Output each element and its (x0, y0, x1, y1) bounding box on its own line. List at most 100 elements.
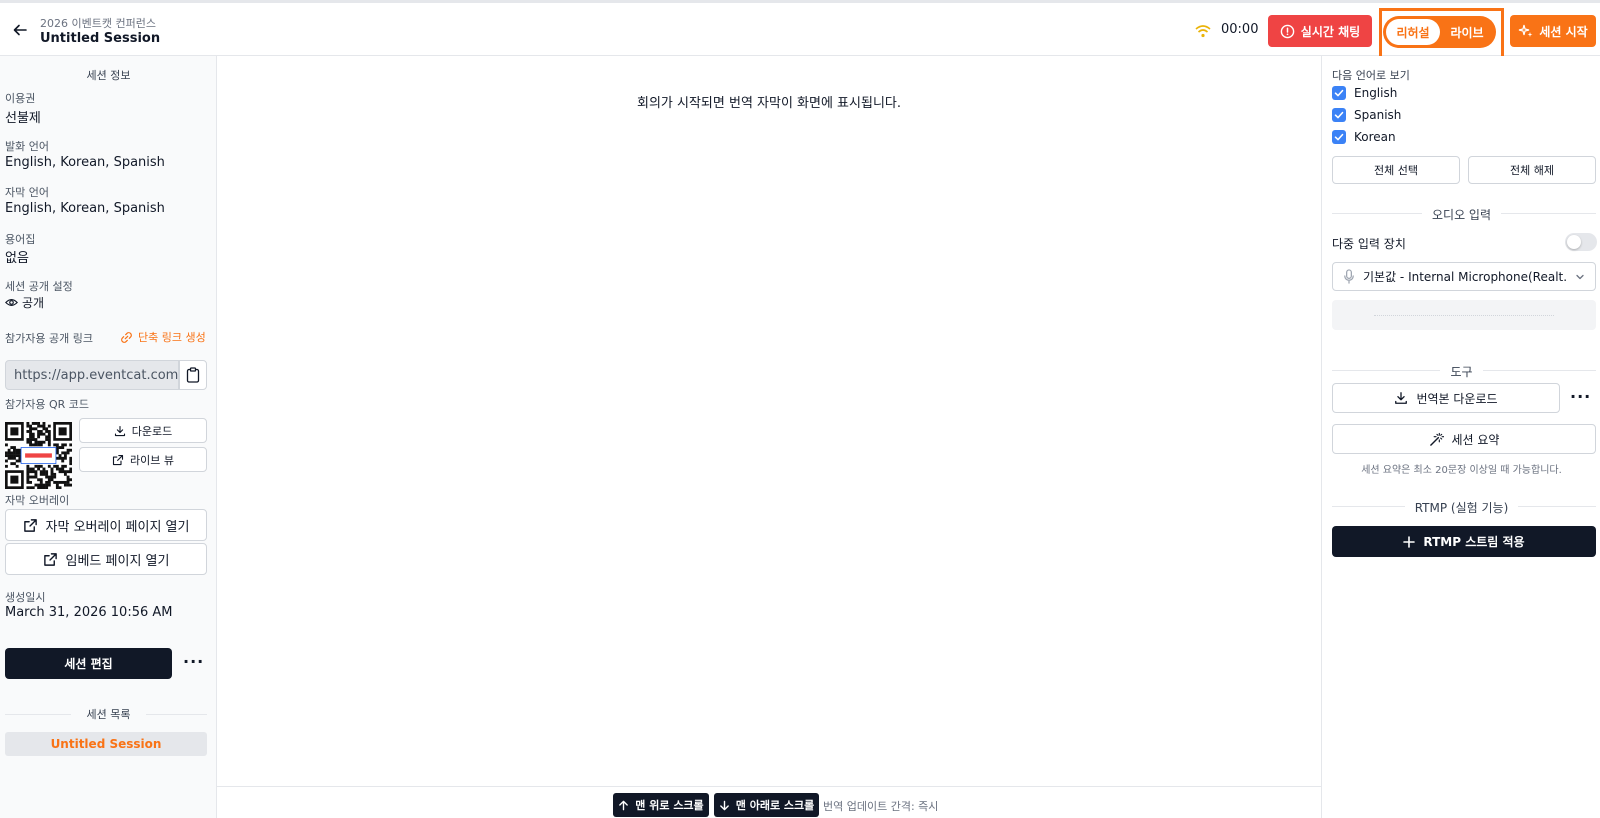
caption-display-area: 회의가 시작되면 번역 자막이 화면에 표시됩니다. 맨 위로 스크롤 맨 아래… (217, 56, 1321, 818)
arrow-up-icon (618, 800, 629, 811)
live-view-button[interactable]: 라이브 뷰 (79, 447, 207, 472)
download-transcript-label: 번역본 다운로드 (1416, 391, 1498, 406)
rtmp-apply-label: RTMP 스트림 적용 (1423, 535, 1525, 549)
mode-toggle[interactable]: 리허설 라이브 (1383, 16, 1496, 48)
session-summary-button[interactable]: 세션 요약 (1332, 424, 1596, 454)
plan-value: 선불제 (5, 111, 41, 126)
rtmp-apply-button[interactable]: RTMP 스트림 적용 (1332, 526, 1596, 557)
magic-wand-icon (1429, 432, 1444, 447)
language-checkbox-english[interactable]: English (1332, 86, 1397, 100)
copy-link-button[interactable] (179, 360, 207, 390)
caption-placeholder: 회의가 시작되면 번역 자막이 화면에 표시됩니다. (637, 96, 901, 111)
session-info-sidebar: 세션 정보 이용권 선불제 발화 언어 English, Korean, Spa… (0, 56, 217, 818)
language-name: Korean (1354, 130, 1396, 144)
live-chat-label: 실시간 채팅 (1300, 24, 1361, 39)
start-session-label: 세션 시작 (1539, 24, 1588, 39)
microphone-value: 기본값 - Internal Microphone(Realt... (1363, 270, 1567, 284)
session-summary-label: 세션 요약 (1451, 432, 1500, 447)
arrow-down-icon (719, 800, 730, 811)
live-view-label: 라이브 뷰 (130, 453, 174, 467)
more-options-icon[interactable]: ··· (1570, 387, 1591, 406)
caption-language-value: English, Korean, Spanish (5, 201, 165, 216)
plan-label: 이용권 (5, 92, 36, 105)
header-bar: 2026 이벤트캣 컨퍼런스 Untitled Session 00:00 실시… (0, 0, 1600, 60)
caption-footer: 맨 위로 스크롤 맨 아래로 스크롤 번역 업데이트 간격: 즉시 (217, 786, 1321, 818)
link-icon (120, 331, 133, 344)
visibility-text: 공개 (22, 296, 45, 310)
update-interval-text: 번역 업데이트 간격: 즉시 (823, 800, 939, 813)
open-overlay-button[interactable]: 자막 오버레이 페이지 열기 (5, 509, 207, 541)
visibility-value: 공개 (5, 294, 44, 311)
glossary-value: 없음 (5, 251, 29, 266)
created-value: March 31, 2026 10:56 AM (5, 605, 173, 620)
speech-language-label: 발화 언어 (5, 140, 49, 153)
live-chat-button[interactable]: 실시간 채팅 (1268, 15, 1372, 47)
clipboard-icon (186, 367, 200, 383)
deselect-all-button[interactable]: 전체 해제 (1468, 156, 1596, 184)
checkbox-checked-icon[interactable] (1332, 130, 1346, 144)
audio-level-meter (1332, 300, 1596, 330)
public-link-input[interactable]: https://app.eventcat.com/se (5, 360, 179, 390)
short-link-label: 단축 링크 생성 (138, 331, 206, 344)
session-list-item[interactable]: Untitled Session (5, 732, 207, 756)
caption-language-label: 자막 언어 (5, 186, 49, 199)
external-link-icon (112, 454, 124, 466)
select-all-button[interactable]: 전체 선택 (1332, 156, 1460, 184)
mode-live-option[interactable]: 라이브 (1441, 19, 1493, 45)
back-arrow-icon[interactable] (10, 20, 30, 40)
multi-input-label: 다중 입력 장치 (1332, 237, 1406, 251)
event-name: 2026 이벤트캣 컨퍼런스 (40, 17, 156, 30)
divider (146, 714, 207, 715)
qr-code-image (5, 422, 72, 489)
microphone-icon (1343, 269, 1355, 284)
session-title: Untitled Session (40, 31, 161, 46)
download-icon (1394, 391, 1408, 405)
toggle-knob (1567, 235, 1581, 249)
rtmp-title-text: RTMP (실험 기능) (1404, 501, 1519, 515)
eye-icon (5, 296, 18, 309)
audio-input-title: 오디오 입력 (1322, 206, 1600, 223)
sparkles-icon (1518, 23, 1534, 39)
language-name: Spanish (1354, 108, 1402, 122)
language-checkbox-spanish[interactable]: Spanish (1332, 108, 1401, 122)
public-link-label: 참가자용 공개 링크 (5, 332, 93, 345)
view-language-label: 다음 언어로 보기 (1332, 69, 1410, 82)
session-timer: 00:00 (1221, 22, 1259, 37)
visibility-label: 세션 공개 설정 (5, 280, 73, 293)
multi-input-toggle[interactable] (1565, 233, 1597, 251)
session-info-title: 세션 정보 (86, 69, 131, 82)
wifi-icon (1194, 23, 1212, 39)
checkbox-checked-icon[interactable] (1332, 108, 1346, 122)
open-embed-button[interactable]: 임베드 페이지 열기 (5, 543, 207, 575)
plus-icon (1403, 535, 1416, 548)
audio-waveform (1374, 314, 1554, 316)
download-icon (114, 425, 126, 437)
edit-session-button[interactable]: 세션 편집 (5, 648, 172, 679)
language-name: English (1354, 86, 1398, 100)
external-link-icon (43, 552, 58, 567)
microphone-select[interactable]: 기본값 - Internal Microphone(Realt... (1332, 262, 1596, 291)
scroll-bottom-button[interactable]: 맨 아래로 스크롤 (714, 793, 819, 817)
open-embed-label: 임베드 페이지 열기 (65, 553, 170, 569)
speech-language-value: English, Korean, Spanish (5, 155, 165, 170)
scroll-bottom-label: 맨 아래로 스크롤 (735, 799, 815, 812)
language-checkbox-korean[interactable]: Korean (1332, 130, 1396, 144)
open-overlay-label: 자막 오버레이 페이지 열기 (45, 519, 190, 535)
summary-note: 세션 요약은 최소 20문장 이상일 때 가능합니다. (1361, 465, 1562, 476)
audio-input-title-text: 오디오 입력 (1421, 208, 1501, 222)
chevron-down-icon (1575, 272, 1585, 282)
mode-rehearsal-option[interactable]: 리허설 (1386, 19, 1440, 45)
alert-circle-icon (1280, 24, 1295, 39)
tools-title: 도구 (1322, 363, 1600, 380)
checkbox-checked-icon[interactable] (1332, 86, 1346, 100)
qr-download-button[interactable]: 다운로드 (79, 418, 207, 443)
scroll-top-button[interactable]: 맨 위로 스크롤 (613, 793, 709, 817)
overlay-label: 자막 오버레이 (5, 494, 70, 507)
short-link-button[interactable]: 단축 링크 생성 (120, 329, 206, 345)
qr-download-label: 다운로드 (131, 424, 173, 438)
rtmp-title: RTMP (실험 기능) (1322, 499, 1600, 516)
download-transcript-button[interactable]: 번역본 다운로드 (1332, 383, 1560, 413)
start-session-button[interactable]: 세션 시작 (1510, 15, 1596, 47)
glossary-label: 용어집 (5, 233, 36, 246)
more-options-icon[interactable]: ··· (183, 652, 204, 671)
